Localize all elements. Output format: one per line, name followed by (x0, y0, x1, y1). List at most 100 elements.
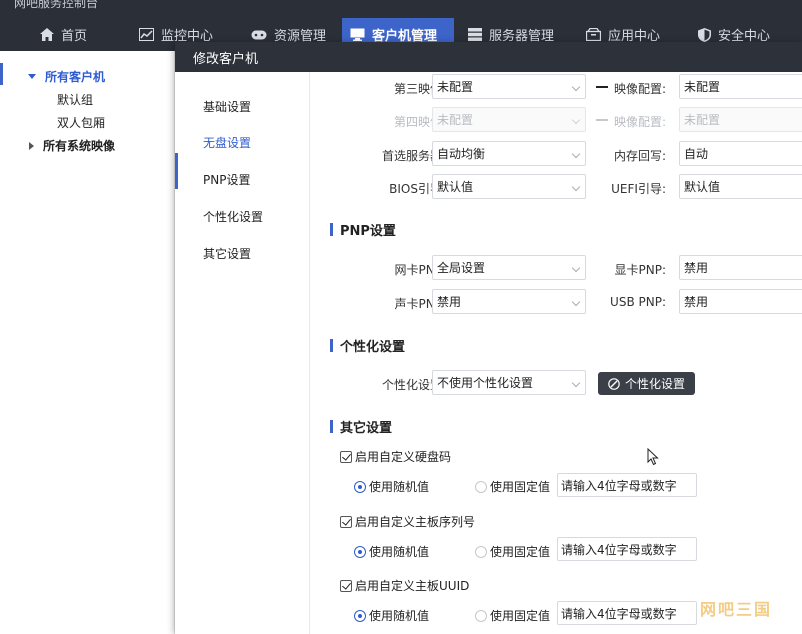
watermark-logo: 网吧三国 (699, 600, 772, 619)
image-config2-label: 映像配置: (613, 115, 666, 129)
image-config2-value: 未配置 (684, 113, 721, 127)
tree-node-label: 所有客户机 (45, 70, 106, 84)
custom-board-serial-checkbox[interactable]: 启用自定义主板序列号 (340, 513, 475, 530)
palette-icon (608, 377, 620, 390)
board-serial-input[interactable]: 请输入4位字母或数字 (557, 537, 697, 561)
disk-code-input[interactable]: 请输入4位字母或数字 (557, 473, 697, 497)
dash-separator (596, 119, 608, 121)
box-icon (586, 28, 601, 41)
radio-empty-icon (475, 545, 487, 558)
nic-pnp-select[interactable]: 全局设置 (432, 255, 586, 280)
home-icon (40, 28, 54, 41)
gpu-pnp-value: 禁用 (684, 261, 709, 275)
radio-label: 使用固定值 (490, 609, 551, 623)
side-item-basic[interactable]: 基础设置 (203, 98, 251, 115)
radio-label: 使用固定值 (490, 545, 551, 559)
board-uuid-input[interactable]: 请输入4位字母或数字 (557, 601, 697, 625)
radio-selected-icon (354, 480, 366, 493)
fourth-image-select[interactable]: 未配置 (432, 107, 586, 132)
pref-server-select[interactable]: 自动均衡 (432, 141, 586, 166)
personal-settings-button[interactable]: 个性化设置 (598, 372, 696, 395)
checkbox-label: 启用自定义主板序列号 (355, 515, 476, 529)
image-config-value: 未配置 (684, 80, 721, 94)
image-config-label: 映像配置: (613, 82, 666, 96)
checkbox-label: 启用自定义硬盘码 (355, 450, 452, 464)
third-image-label: 第三映像: (393, 82, 446, 96)
mem-writeback-select[interactable]: 自动 (679, 141, 802, 166)
tree-node-double-room[interactable]: 双人包厢 (57, 114, 105, 131)
image-config2-select[interactable]: 未配置 (679, 107, 802, 132)
sound-pnp-select[interactable]: 禁用 (432, 289, 586, 314)
gpu-pnp-label: 显卡PNP: (614, 263, 667, 277)
chevron-down-icon (571, 297, 581, 307)
caret-down-icon[interactable] (28, 74, 36, 79)
pref-server-label: 首选服务器: (381, 149, 446, 163)
radio-selected-icon (354, 609, 366, 622)
disk-code-fixed-radio[interactable]: 使用固定值 (475, 478, 550, 495)
side-item-pnp[interactable]: PNP设置 (203, 171, 250, 188)
board-serial-fixed-radio[interactable]: 使用固定值 (475, 543, 550, 560)
chevron-down-icon (571, 182, 581, 192)
usb-pnp-select[interactable]: 禁用 (679, 289, 802, 314)
mouse-cursor-icon (647, 448, 659, 466)
side-item-diskless[interactable]: 无盘设置 (203, 134, 251, 151)
radio-label: 使用随机值 (369, 545, 430, 559)
tree-node-all-images[interactable]: 所有系统映像 (29, 137, 115, 154)
usb-pnp-value: 禁用 (684, 295, 709, 309)
gpu-pnp-select[interactable]: 禁用 (679, 255, 802, 280)
nav-home-label: 首页 (61, 29, 88, 44)
tree-node-label: 所有系统映像 (43, 139, 116, 153)
checkbox-checked-icon (340, 579, 352, 592)
dialog-side-nav: 基础设置 无盘设置 PNP设置 个性化设置 其它设置 (175, 72, 310, 634)
board-uuid-random-radio[interactable]: 使用随机值 (354, 607, 429, 624)
pnp-title: PNP设置 (340, 224, 396, 239)
fourth-image-label: 第四映像: (393, 115, 446, 129)
edit-client-dialog: 修改客户机 基础设置 无盘设置 PNP设置 个性化设置 其它设置 第三映像: 未… (175, 42, 802, 634)
radio-label: 使用随机值 (369, 609, 430, 623)
uefi-select[interactable]: 默认值 (679, 174, 802, 199)
bios-select[interactable]: 默认值 (432, 174, 586, 199)
image-config-select[interactable]: 未配置 (679, 74, 802, 99)
custom-disk-code-checkbox[interactable]: 启用自定义硬盘码 (340, 448, 451, 465)
section-bar (330, 223, 333, 236)
tree-node-all-clients[interactable]: 所有客户机 (28, 68, 105, 85)
personal-title: 个性化设置 (340, 340, 406, 355)
uefi-label: UEFI引导: (611, 182, 666, 196)
sound-pnp-value: 禁用 (437, 295, 462, 309)
checkbox-checked-icon (340, 515, 352, 528)
other-title: 其它设置 (340, 421, 393, 436)
third-image-value: 未配置 (437, 80, 474, 94)
app-title: 网吧服务控制台 (14, 0, 99, 10)
other-section-title: 其它设置 (330, 417, 392, 436)
server-icon (468, 28, 482, 41)
personal-select[interactable]: 不使用个性化设置 (432, 370, 586, 395)
side-item-personal[interactable]: 个性化设置 (203, 208, 263, 225)
bios-value: 默认值 (437, 180, 474, 194)
section-bar (330, 420, 333, 433)
nav-home[interactable]: 首页 (32, 18, 95, 51)
section-bar (330, 339, 333, 352)
usb-pnp-label: USB PNP: (610, 295, 666, 309)
disk-code-random-radio[interactable]: 使用随机值 (354, 478, 429, 495)
side-item-other[interactable]: 其它设置 (203, 245, 251, 262)
sound-pnp-label: 声卡PNP: (394, 297, 447, 311)
nic-pnp-value: 全局设置 (437, 261, 486, 275)
caret-right-icon[interactable] (29, 141, 34, 150)
radio-label: 使用固定值 (490, 480, 551, 494)
chevron-down-icon (571, 378, 581, 388)
board-serial-random-radio[interactable]: 使用随机值 (354, 543, 429, 560)
tree-selection-marker (0, 63, 3, 85)
personal-value: 不使用个性化设置 (437, 376, 534, 390)
shield-icon (698, 27, 711, 42)
personal-section-title: 个性化设置 (330, 336, 405, 355)
dialog-content: 第三映像: 未配置 映像配置: 未配置 第四映像: 未配置 映像配置: 未配置 … (310, 72, 802, 634)
custom-board-uuid-checkbox[interactable]: 启用自定义主板UUID (340, 577, 469, 594)
radio-label: 使用随机值 (369, 480, 430, 494)
tree-node-default-group[interactable]: 默认组 (57, 91, 93, 108)
personal-button-label: 个性化设置 (625, 377, 686, 391)
personal-label: 个性化设置: (381, 378, 446, 392)
radio-empty-icon (475, 609, 487, 622)
fourth-image-value: 未配置 (437, 113, 474, 127)
third-image-select[interactable]: 未配置 (432, 74, 586, 99)
board-uuid-fixed-radio[interactable]: 使用固定值 (475, 607, 550, 624)
